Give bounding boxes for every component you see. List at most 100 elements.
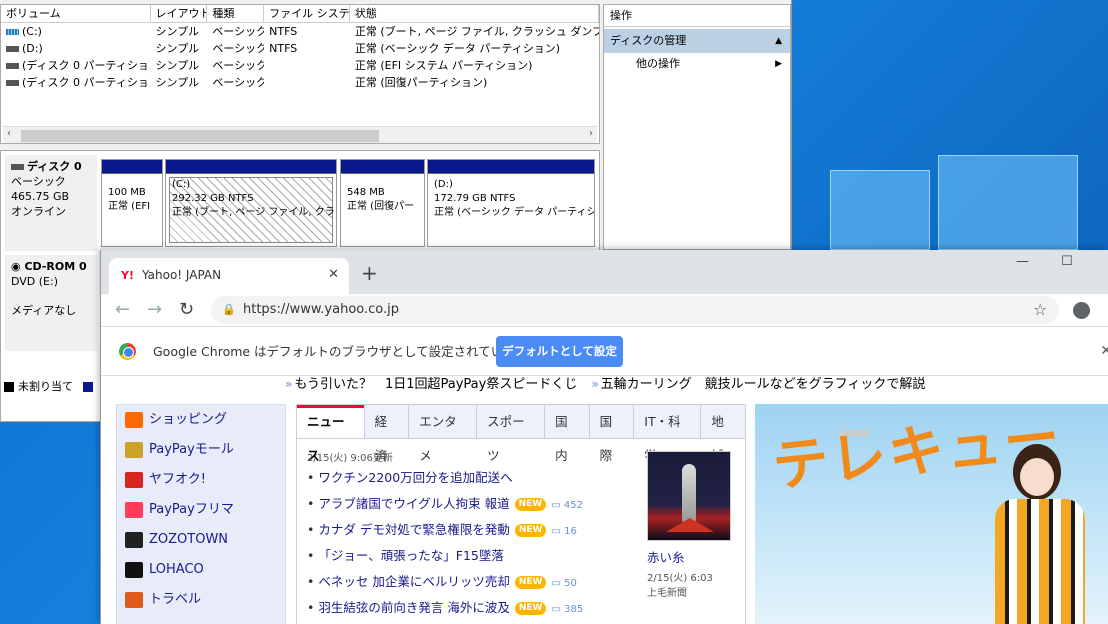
service-lohaco[interactable]: LOHACO: [117, 555, 285, 585]
minimize-icon[interactable]: —: [1016, 254, 1029, 269]
partition-status: 正常 (EFI: [108, 201, 151, 212]
service-label: ZOZOTOWN: [149, 532, 229, 547]
scroll-right-icon[interactable]: ›: [589, 128, 593, 139]
col-volume[interactable]: ボリューム: [1, 5, 151, 22]
partition-text: 548 MB 正常 (回復パー: [341, 174, 424, 214]
reload-icon[interactable]: ↻: [179, 296, 194, 324]
volume-fs: NTFS: [269, 25, 298, 38]
volume-status: 正常 (EFI システム パーティション): [354, 59, 533, 72]
news-item[interactable]: • 「ジョー、頑張ったな」F15墜落: [307, 545, 504, 564]
volume-row[interactable]: (D:) シンプル ベーシック NTFS 正常 (ベーシック データ パーティシ…: [1, 40, 599, 57]
volume-layout: シンプル: [155, 59, 200, 72]
comment-count[interactable]: ▭ 50: [551, 578, 576, 589]
col-filesystem[interactable]: ファイル システム: [264, 5, 350, 22]
volume-type: ベーシック: [212, 42, 265, 55]
service-zozotown[interactable]: ZOZOTOWN: [117, 525, 285, 555]
topic-link[interactable]: もう引いた？ 1日1回超PayPay祭スピードくじ: [294, 377, 577, 392]
photo-source: 上毛新聞: [647, 588, 687, 599]
service-travel[interactable]: トラベル: [117, 585, 285, 615]
address-bar[interactable]: 🔒 https://www.yahoo.co.jp: [211, 296, 1059, 324]
tab-it-science[interactable]: IT・科学: [634, 405, 702, 463]
photo-caption[interactable]: 赤い糸: [647, 547, 685, 566]
tab-local[interactable]: 地域: [701, 405, 745, 463]
tab-entertainment[interactable]: エンタメ: [409, 405, 478, 463]
partition-status: 正常 (ブート, ページ ファイル, クラッシ: [172, 207, 336, 218]
partition-d[interactable]: (D:) 172.79 GB NTFS 正常 (ベーシック データ パーティシ: [427, 159, 595, 247]
volume-status: 正常 (ブート, ページ ファイル, クラッシュ ダンプ, ベーシ: [354, 25, 599, 38]
comment-count[interactable]: ▭ 385: [551, 604, 583, 615]
partition-status: 正常 (回復パー: [347, 201, 415, 212]
photo-date: 2/15(火) 6:03: [647, 573, 713, 584]
comment-count[interactable]: ▭ 16: [551, 526, 576, 537]
actions-section-disk-management[interactable]: ディスクの管理 ▲: [604, 29, 790, 53]
collapse-icon[interactable]: ▲: [775, 29, 782, 53]
volume-row[interactable]: (C:) シンプル ベーシック NTFS 正常 (ブート, ページ ファイル, …: [1, 23, 599, 40]
service-auction[interactable]: ヤフオク!: [117, 465, 285, 495]
volume-name: (ディスク 0 パーティション 1): [22, 59, 151, 72]
windows-logo: [830, 150, 1090, 250]
submenu-arrow-icon: ▶: [775, 59, 782, 69]
horizontal-scrollbar[interactable]: ‹ ›: [3, 126, 597, 143]
service-flea-market[interactable]: PayPayフリマ: [117, 495, 285, 525]
volume-list: ボリューム レイアウト 種類 ファイル システム 状態 (C:) シンプル ベー…: [0, 4, 600, 144]
tab-domestic[interactable]: 国内: [545, 405, 590, 463]
volume-type: ベーシック: [212, 76, 265, 89]
actions-item-other[interactable]: 他の操作 ▶: [604, 53, 790, 75]
infobar-close-icon[interactable]: ✕: [1100, 343, 1108, 359]
volume-row[interactable]: (ディスク 0 パーティション 1) シンプル ベーシック 正常 (EFI シス…: [1, 57, 599, 74]
legend-unallocated: 未割り当て: [18, 380, 73, 393]
tab-close-icon[interactable]: ✕: [328, 258, 339, 292]
scroll-left-icon[interactable]: ‹: [7, 128, 11, 139]
account-icon[interactable]: [1073, 302, 1090, 319]
lohaco-icon: [125, 561, 143, 578]
disk0-size: 465.75 GB: [11, 190, 70, 203]
disk0-label[interactable]: ディスク 0 ベーシック 465.75 GB オンライン: [5, 155, 97, 251]
news-item[interactable]: • ワクチン2200万回分を追加配送へ: [307, 467, 513, 486]
volume-row[interactable]: (ディスク 0 パーティション 4) シンプル ベーシック 正常 (回復パーティ…: [1, 74, 599, 91]
forward-icon[interactable]: →: [147, 296, 162, 324]
news-photo[interactable]: [647, 451, 731, 541]
set-default-button[interactable]: デフォルトとして設定: [496, 336, 623, 367]
new-badge: NEW: [514, 524, 547, 537]
col-status[interactable]: 状態: [350, 5, 600, 22]
volume-fs: [264, 74, 350, 91]
col-type[interactable]: 種類: [207, 5, 265, 22]
partition-c[interactable]: (C:) 292.32 GB NTFS 正常 (ブート, ページ ファイル, クラッ…: [165, 159, 337, 247]
partition-size: 172.79 GB NTFS: [434, 193, 516, 204]
cdrom-label[interactable]: ◉ CD-ROM 0 DVD (E:) メディアなし: [5, 255, 97, 351]
tab-sports[interactable]: スポーツ: [477, 405, 546, 463]
maximize-icon[interactable]: ☐: [1061, 254, 1073, 269]
model-outfit: [995, 499, 1085, 624]
news-item[interactable]: • カナダ デモ対処で緊急権限を発動 NEW ▭ 16: [307, 519, 577, 538]
partition-efi[interactable]: 100 MB 正常 (EFI: [101, 159, 163, 247]
suitcase-icon: [125, 591, 143, 608]
bookmark-star-icon[interactable]: ☆: [1033, 296, 1047, 324]
tab-international[interactable]: 国際: [590, 405, 635, 463]
back-icon[interactable]: ←: [115, 296, 130, 324]
scrollbar-thumb[interactable]: [21, 130, 379, 142]
service-label: PayPayモール: [149, 442, 234, 457]
lock-icon[interactable]: 🔒: [222, 296, 236, 324]
news-item[interactable]: • ベネッセ 加企業にベルリッツ売却 NEW ▭ 50: [307, 571, 577, 590]
disk0-state: オンライン: [11, 205, 66, 218]
tab-economy[interactable]: 経済: [365, 405, 410, 463]
legend-swatch-primary: [82, 382, 93, 392]
volume-layout: シンプル: [155, 42, 200, 55]
service-shopping[interactable]: ショッピング: [117, 405, 285, 435]
advertisement-banner[interactable]: テレキュー: [755, 404, 1108, 624]
partition-recovery[interactable]: 548 MB 正常 (回復パー: [340, 159, 425, 247]
news-panel: ニュース 経済 エンタメ スポーツ 国内 国際 IT・科学 地域 2/15(火)…: [296, 404, 746, 624]
news-item[interactable]: • アラブ諸国でウイグル人拘束 報道 NEW ▭ 452: [307, 493, 583, 512]
topic-link[interactable]: 五輪カーリング 競技ルールなどをグラフィックで解説: [601, 377, 926, 392]
comment-count[interactable]: ▭ 452: [551, 500, 583, 511]
service-paypay-mall[interactable]: PayPayモール: [117, 435, 285, 465]
model-face: [1020, 458, 1054, 496]
tab-news[interactable]: ニュース: [297, 405, 365, 463]
partition-bar: [102, 160, 162, 174]
tab-yahoo[interactable]: Y! Yahoo! JAPAN ✕: [109, 258, 349, 294]
news-item[interactable]: • 羽生結弦の前向き発言 海外に波及 NEW ▭ 385: [307, 597, 583, 616]
partition-bar: [428, 160, 594, 174]
new-tab-icon[interactable]: +: [361, 258, 378, 288]
volume-fs: [264, 57, 350, 74]
col-layout[interactable]: レイアウト: [151, 5, 208, 22]
